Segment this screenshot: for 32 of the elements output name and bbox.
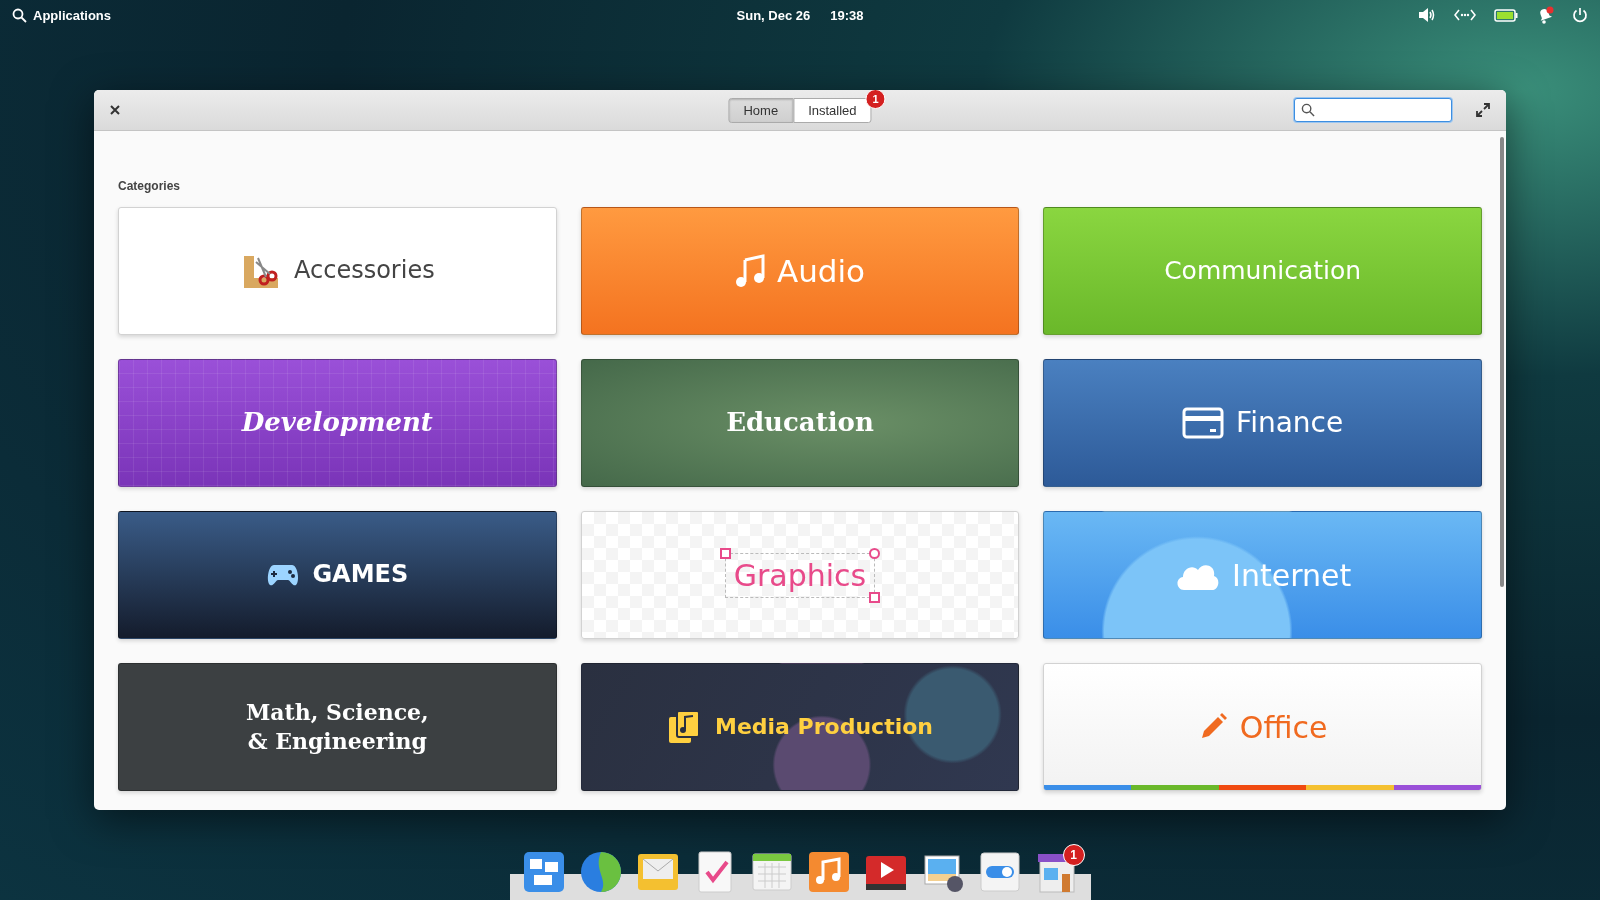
close-button[interactable] <box>108 103 122 117</box>
gamepad-icon <box>266 562 301 588</box>
music-note-icon[interactable] <box>806 850 851 894</box>
music-note-icon <box>734 254 765 288</box>
category-card[interactable]: Finance <box>1043 359 1482 487</box>
category-card[interactable]: Development <box>118 359 557 487</box>
applications-menu-button[interactable]: Applications <box>12 7 111 23</box>
credit-card-icon <box>1182 407 1225 439</box>
category-card[interactable]: Accessories <box>118 207 557 335</box>
search-icon <box>12 7 27 23</box>
search-field[interactable] <box>1294 98 1452 122</box>
toggle-switch-icon[interactable] <box>977 850 1022 894</box>
maximize-button[interactable] <box>1474 101 1492 119</box>
count-badge: 1 <box>1062 844 1085 866</box>
calendar-icon[interactable] <box>749 850 794 894</box>
date-label[interactable]: Sun, Dec 26 <box>736 7 811 23</box>
tab[interactable]: Home <box>728 98 794 123</box>
tab[interactable]: Installed <box>793 98 872 123</box>
category-card[interactable]: GAMES <box>118 511 557 639</box>
battery-icon[interactable] <box>1494 8 1518 22</box>
volume-icon[interactable] <box>1418 7 1436 23</box>
globe-icon[interactable] <box>578 850 623 894</box>
count-badge: 1 <box>865 90 886 109</box>
category-card[interactable]: Math, Science, & Engineering <box>118 663 557 791</box>
power-icon[interactable] <box>1572 7 1588 23</box>
search-icon <box>1301 103 1315 117</box>
time-label[interactable]: 19:38 <box>830 7 864 23</box>
multitasking-icon[interactable] <box>521 850 566 894</box>
section-title: Categories <box>118 179 182 193</box>
category-card[interactable]: Media Production <box>580 663 1020 791</box>
category-card[interactable]: Education <box>580 359 1020 487</box>
network-icon[interactable] <box>1454 9 1476 21</box>
